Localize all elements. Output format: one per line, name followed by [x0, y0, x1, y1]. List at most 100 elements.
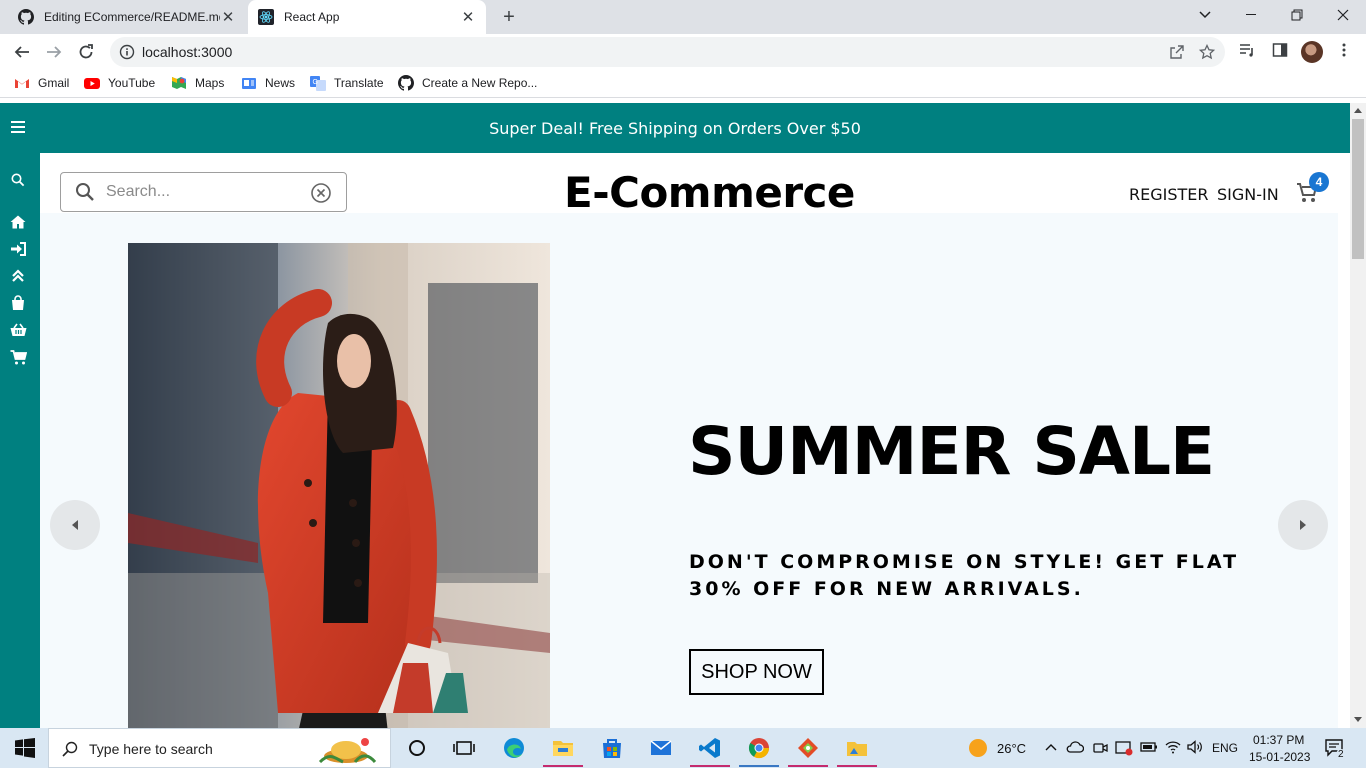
scroll-down-icon[interactable]	[1354, 717, 1362, 722]
hero-title: SUMMER SALE	[688, 413, 1215, 490]
bookmark-create-repo[interactable]: Create a New Repo...	[398, 75, 537, 91]
kebab-menu-icon[interactable]	[1336, 42, 1352, 58]
gmail-icon	[15, 79, 29, 88]
notifications-count: 2	[1336, 749, 1346, 760]
defender-icon[interactable]	[1115, 740, 1133, 756]
clear-search-icon[interactable]	[310, 182, 332, 204]
cortana-icon[interactable]	[405, 736, 429, 760]
weather-icon[interactable]	[966, 736, 990, 760]
search-box	[60, 172, 347, 212]
battery-icon[interactable]	[1140, 741, 1158, 753]
cloud-icon[interactable]	[1066, 740, 1084, 754]
close-window-button[interactable]	[1320, 0, 1366, 30]
info-icon[interactable]	[119, 44, 135, 60]
search-input[interactable]	[106, 181, 306, 203]
back-button[interactable]	[10, 40, 34, 64]
sidebar-home-button[interactable]	[9, 213, 27, 231]
web-page: Super Deal! Free Shipping on Orders Over…	[0, 103, 1350, 728]
star-icon[interactable]	[1199, 44, 1215, 60]
search-icon	[62, 741, 78, 757]
url-text[interactable]: localhost:3000	[142, 44, 232, 60]
tab-react-app[interactable]: React App ✕	[248, 0, 486, 34]
restore-button[interactable]	[1274, 0, 1320, 30]
browser-toolbar: localhost:3000	[0, 34, 1366, 70]
taskbar-search[interactable]: Type here to search	[48, 728, 391, 768]
register-link[interactable]: REGISTER	[1129, 185, 1209, 204]
sidebar	[0, 103, 40, 728]
git-gui-icon[interactable]	[796, 736, 820, 760]
sidebar-menu-button[interactable]	[9, 118, 27, 136]
share-icon[interactable]	[1169, 44, 1185, 60]
bookmark-news[interactable]: News	[241, 75, 295, 91]
announcement-text: Super Deal! Free Shipping on Orders Over…	[489, 118, 861, 138]
slider-next-button[interactable]	[1278, 500, 1328, 550]
shop-now-button[interactable]: SHOP NOW	[689, 649, 824, 695]
profile-avatar[interactable]	[1301, 41, 1323, 63]
bookmarks-bar: Gmail YouTube Maps News G Translate Crea…	[0, 70, 1366, 98]
bookmark-maps[interactable]: Maps	[171, 75, 224, 91]
bookmark-label: Gmail	[38, 76, 70, 90]
bookmark-translate[interactable]: G Translate	[310, 75, 384, 91]
clock-time[interactable]: 01:37 PM	[1253, 733, 1304, 747]
arrow-right-icon	[1300, 520, 1306, 530]
github-icon	[398, 75, 414, 91]
translate-icon: G	[310, 76, 326, 91]
address-bar[interactable]: localhost:3000	[110, 37, 1225, 67]
meet-now-icon[interactable]	[1092, 740, 1108, 756]
windows-start-icon[interactable]	[13, 736, 37, 760]
sidebar-cart-button[interactable]	[9, 348, 27, 366]
sign-in-icon	[10, 242, 26, 256]
volume-icon[interactable]	[1186, 739, 1204, 755]
task-view-icon[interactable]	[452, 736, 476, 760]
site-logo[interactable]: E-Commerce	[564, 168, 855, 217]
tab-editing-readme[interactable]: Editing ECommerce/README.md ✕	[8, 0, 246, 34]
arrow-left-icon	[14, 46, 29, 58]
chevron-up-icon[interactable]	[1045, 742, 1057, 752]
sidebar-bag-button[interactable]	[9, 294, 27, 312]
close-icon[interactable]: ✕	[220, 9, 236, 26]
bookmark-label: News	[265, 76, 296, 90]
weather-temp[interactable]: 26°C	[997, 741, 1026, 756]
reload-button[interactable]	[74, 40, 98, 64]
hero-description: DON'T COMPROMISE ON STYLE! GET FLAT 30% …	[689, 551, 1240, 600]
mail-icon[interactable]	[649, 736, 673, 760]
news-icon	[242, 78, 256, 89]
bookmark-gmail[interactable]: Gmail	[14, 75, 69, 91]
language-indicator[interactable]: ENG	[1212, 741, 1238, 755]
forward-button[interactable]	[42, 40, 66, 64]
minimize-button[interactable]	[1228, 0, 1274, 30]
microsoft-store-icon[interactable]	[600, 736, 624, 760]
sidebar-basket-button[interactable]	[9, 321, 27, 339]
reload-icon	[79, 44, 93, 59]
search-icon	[76, 183, 94, 201]
site-header: E-Commerce REGISTER SIGN-IN 4	[40, 153, 1338, 217]
new-tab-button[interactable]: +	[499, 6, 519, 28]
scroll-up-icon[interactable]	[1354, 108, 1362, 113]
windows-taskbar: Type here to search 26°C ENG 01:37 PM 15…	[0, 728, 1366, 768]
sidebar-signin-button[interactable]	[9, 240, 27, 258]
search-icon	[11, 173, 25, 187]
bookmark-youtube[interactable]: YouTube	[84, 75, 155, 91]
sidebar-top-button[interactable]	[9, 267, 27, 285]
side-panel-icon[interactable]	[1272, 42, 1288, 58]
bookmark-label: Create a New Repo...	[422, 76, 538, 90]
close-icon[interactable]: ✕	[460, 9, 476, 26]
announcement-bar: Super Deal! Free Shipping on Orders Over…	[0, 103, 1350, 153]
scrollbar-thumb[interactable]	[1352, 119, 1364, 259]
chrome-icon[interactable]	[747, 736, 771, 760]
reading-list-icon[interactable]	[1239, 42, 1255, 58]
sidebar-search-button[interactable]	[9, 171, 27, 189]
wifi-icon[interactable]	[1164, 739, 1182, 755]
page-scrollbar[interactable]	[1350, 103, 1366, 728]
tab-search-button[interactable]	[1182, 0, 1228, 30]
active-app-indicator	[837, 765, 877, 767]
folder-icon[interactable]	[845, 736, 869, 760]
slider-prev-button[interactable]	[50, 500, 100, 550]
edge-icon[interactable]	[502, 736, 526, 760]
vscode-icon[interactable]	[698, 736, 722, 760]
close-icon	[1337, 9, 1349, 21]
restore-icon	[1291, 9, 1303, 21]
clock-date[interactable]: 15-01-2023	[1249, 750, 1310, 764]
file-explorer-icon[interactable]	[551, 736, 575, 760]
signin-link[interactable]: SIGN-IN	[1217, 185, 1279, 204]
